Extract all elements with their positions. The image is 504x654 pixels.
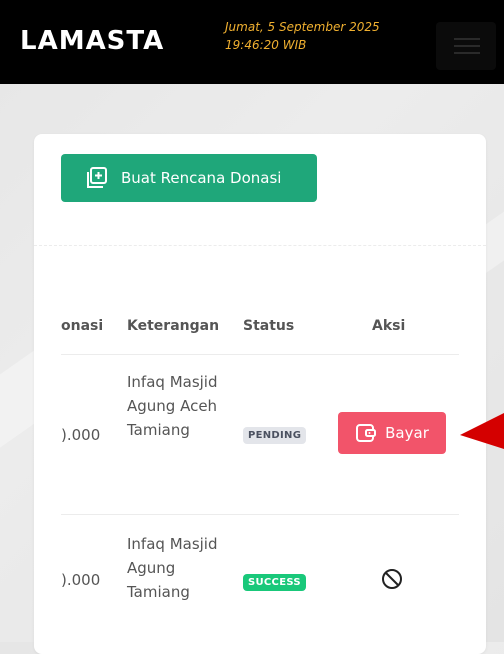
top-header: LAMASTA Jumat, 5 September 2025 19:46:20… xyxy=(0,0,504,84)
donation-amount: ).000 xyxy=(61,426,101,444)
status-badge: PENDING xyxy=(243,427,307,444)
ban-icon xyxy=(382,569,402,589)
create-donation-plan-button[interactable]: Buat Rencana Donasi xyxy=(61,154,317,202)
wallet-icon xyxy=(356,424,377,442)
arrow-left-icon xyxy=(460,413,504,449)
table-row-divider xyxy=(61,354,459,355)
datetime-display: Jumat, 5 September 2025 19:46:20 WIB xyxy=(225,18,380,54)
current-time: 19:46:20 WIB xyxy=(225,38,307,52)
create-donation-plan-label: Buat Rencana Donasi xyxy=(121,169,282,187)
app-logo[interactable]: LAMASTA xyxy=(20,26,164,56)
donation-card: Buat Rencana Donasi onasi Keterangan Sta… xyxy=(34,134,486,654)
hamburger-icon xyxy=(454,38,480,40)
column-header-status: Status xyxy=(243,318,295,334)
menu-button[interactable] xyxy=(436,22,496,70)
pay-button[interactable]: Bayar xyxy=(338,412,446,454)
column-header-donasi: onasi xyxy=(61,318,104,334)
column-header-aksi: Aksi xyxy=(372,318,406,334)
hamburger-icon xyxy=(454,45,480,47)
hamburger-icon xyxy=(454,52,480,54)
current-date: Jumat, 5 September 2025 xyxy=(225,20,380,34)
column-header-keterangan: Keterangan xyxy=(127,318,220,334)
plus-square-icon xyxy=(87,167,107,188)
donation-amount: ).000 xyxy=(61,571,101,589)
table-row-divider xyxy=(61,514,459,515)
donation-description: Infaq Masjid Agung Aceh Tamiang xyxy=(127,373,218,439)
status-badge: SUCCESS xyxy=(243,574,306,591)
donation-description: Infaq Masjid Agung Tamiang xyxy=(127,535,218,601)
pay-button-label: Bayar xyxy=(385,424,429,442)
section-divider xyxy=(34,245,486,246)
